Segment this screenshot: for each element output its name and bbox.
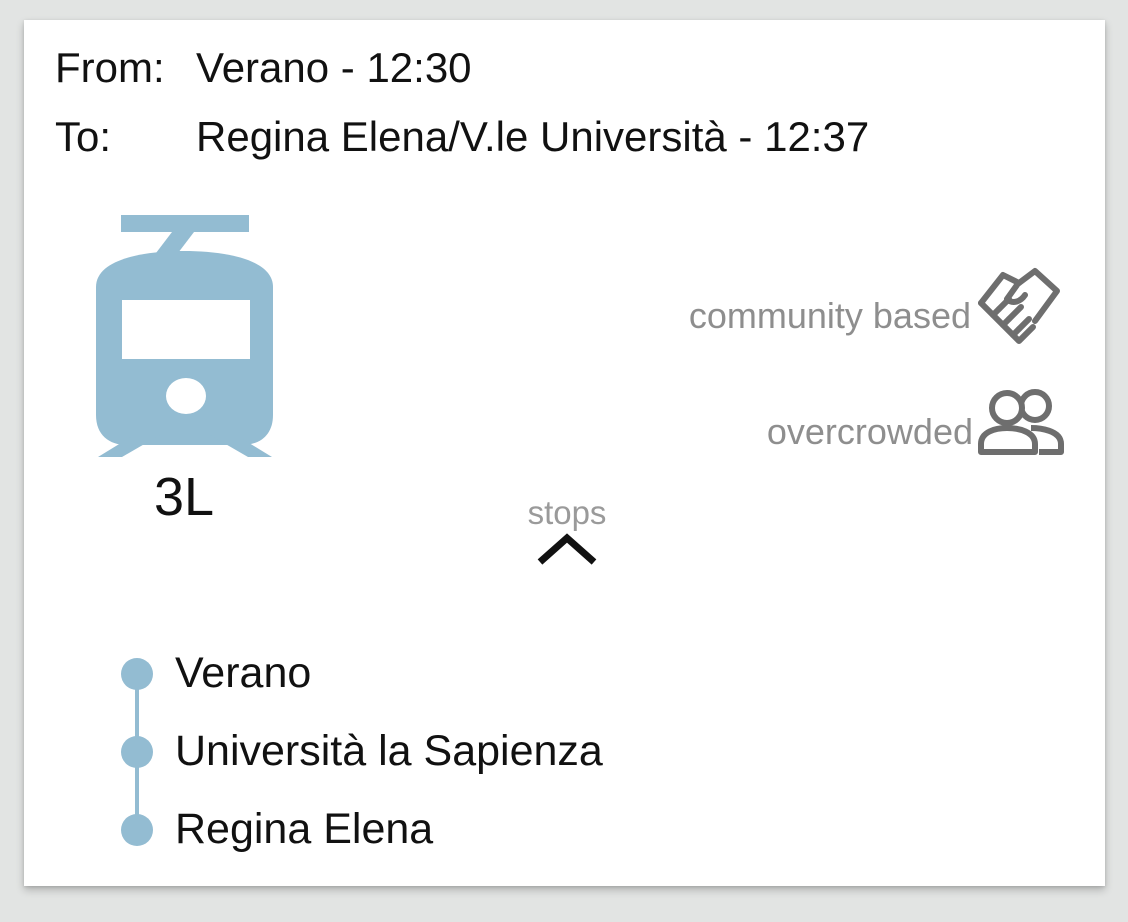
overcrowded-label: overcrowded <box>766 411 973 452</box>
from-label: From: <box>55 44 165 91</box>
people-icon <box>978 389 1064 455</box>
stop-name: Verano <box>175 649 312 697</box>
community-based-label: community based <box>688 295 971 336</box>
stop-dot <box>121 813 153 846</box>
community-based-tag: community based <box>689 263 1065 347</box>
stop-item: Università la Sapienza <box>121 730 603 773</box>
overcrowded-tag: overcrowded <box>767 386 1067 458</box>
to-row: To: Regina Elena/V.le Università - 12:37 <box>55 116 869 158</box>
trip-card: From: Verano - 12:30 To: Regina Elena/V.le… <box>24 20 1105 886</box>
stops-label: stops <box>527 494 607 531</box>
tram-icon <box>96 215 273 457</box>
to-label: To: <box>55 113 112 160</box>
chevron-up-icon[interactable] <box>534 530 600 570</box>
stop-dot <box>121 735 153 768</box>
stop-dot <box>121 657 153 690</box>
stop-item: Verano <box>121 652 311 695</box>
stops-toggle-button[interactable]: stops <box>502 496 632 576</box>
from-value: Verano - 12:30 <box>196 44 472 91</box>
handshake-icon <box>978 268 1060 344</box>
stop-name: Regina Elena <box>175 805 434 853</box>
stop-item: Regina Elena <box>121 808 433 851</box>
to-value: Regina Elena/V.le Università - 12:37 <box>196 113 870 160</box>
stop-name: Università la Sapienza <box>175 727 603 775</box>
from-row: From: Verano - 12:30 <box>55 47 472 89</box>
line-number: 3L <box>153 467 215 527</box>
